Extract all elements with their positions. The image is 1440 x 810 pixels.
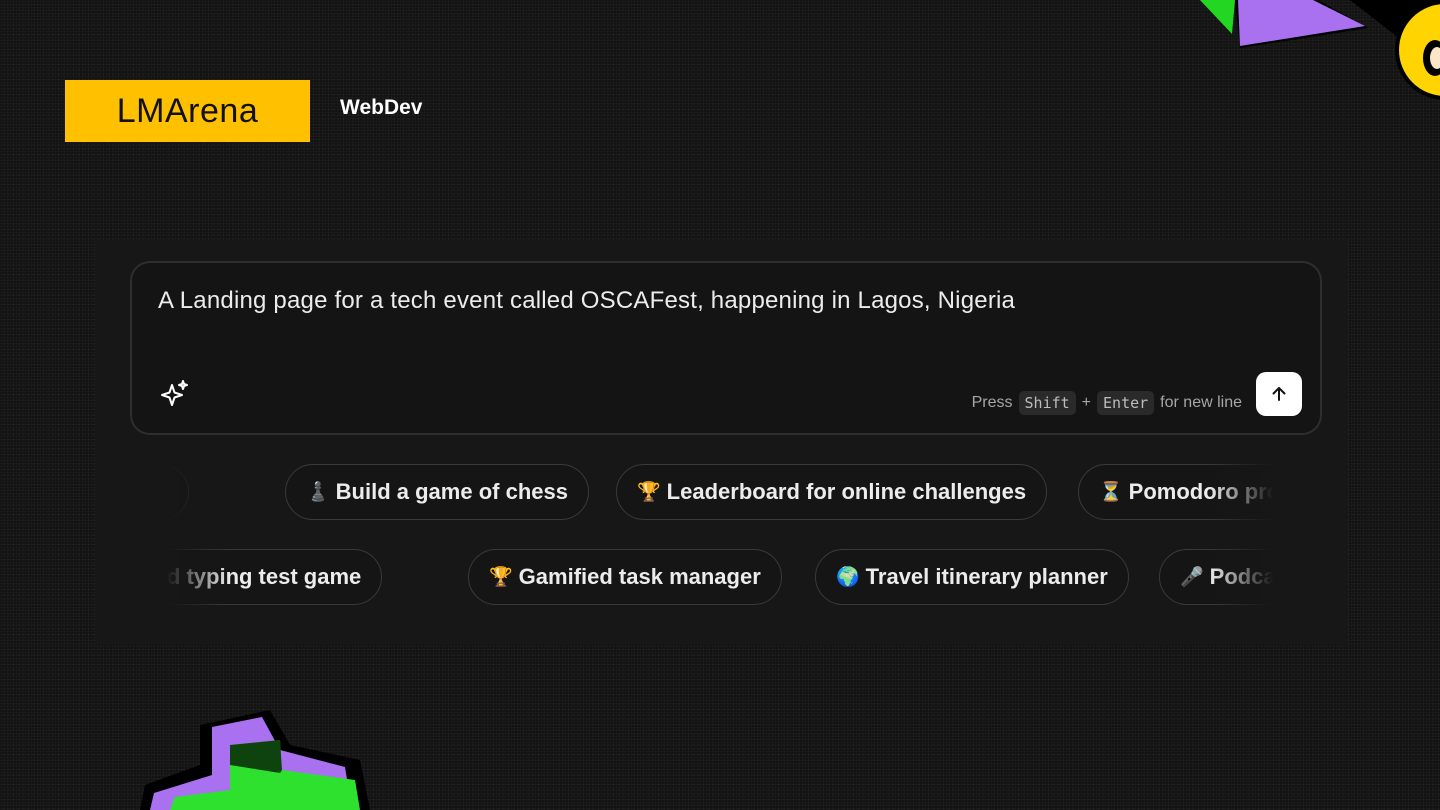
suggestion-chip[interactable]: 🏆 Gamified task manager: [468, 549, 782, 605]
suggestion-row-1: game ♟️ Build a game of chess 🏆 Leaderbo…: [160, 462, 1280, 524]
suggestion-chip[interactable]: ⏳ Pomodoro pro: [1078, 464, 1280, 520]
decorative-triangles: [1200, 0, 1440, 70]
logo-text: LMArena: [116, 91, 259, 130]
hint-suffix: for new line: [1160, 394, 1242, 411]
suggestion-chip[interactable]: peed typing test game: [160, 549, 383, 605]
newline-hint: Press Shift + Enter for new line: [972, 391, 1242, 415]
prompt-input[interactable]: A Landing page for a tech event called O…: [158, 287, 1015, 315]
chip-label: Pomodoro pro: [1128, 479, 1280, 504]
webdev-nav-link[interactable]: WebDev: [340, 96, 422, 120]
enter-key: Enter: [1097, 391, 1155, 415]
globe-icon: 🌍: [836, 567, 860, 588]
suggestion-chip[interactable]: 🌍 Travel itinerary planner: [815, 549, 1129, 605]
prompt-input-box[interactable]: A Landing page for a tech event called O…: [130, 261, 1322, 435]
suggestion-chip[interactable]: ♟️ Build a game of chess: [285, 464, 589, 520]
decorative-smiley-icon: [1395, 0, 1440, 100]
microphone-icon: 🎤: [1180, 567, 1204, 588]
chip-label: Leaderboard for online challenges: [666, 479, 1027, 504]
decorative-cross-shape: [140, 710, 370, 810]
hint-plus: +: [1081, 394, 1092, 411]
suggestion-chip[interactable]: game: [160, 464, 190, 520]
suggestion-chip[interactable]: 🎤 Podca: [1159, 549, 1280, 605]
trophy-icon: 🏆: [489, 567, 513, 588]
lmarena-logo[interactable]: LMArena: [65, 80, 310, 142]
hint-press: Press: [971, 394, 1013, 411]
trophy-icon: 🏆: [637, 482, 661, 503]
arrow-up-icon: [1272, 387, 1286, 401]
suggestion-row-2: peed typing test game 🏆 Gamified task ma…: [160, 547, 1280, 609]
chip-label: peed typing test game: [160, 564, 362, 589]
chip-label: Podca: [1209, 564, 1276, 589]
sparkle-icon[interactable]: [160, 379, 190, 409]
chip-label: Build a game of chess: [335, 479, 568, 504]
chip-label: game: [160, 479, 169, 504]
chip-label: Travel itinerary planner: [865, 564, 1108, 589]
hourglass-icon: ⏳: [1099, 482, 1123, 503]
send-button[interactable]: [1256, 372, 1302, 416]
shift-key: Shift: [1018, 391, 1076, 415]
chess-pawn-icon: ♟️: [306, 482, 330, 503]
chip-label: Gamified task manager: [518, 564, 761, 589]
suggestion-chip[interactable]: 🏆 Leaderboard for online challenges: [616, 464, 1048, 520]
